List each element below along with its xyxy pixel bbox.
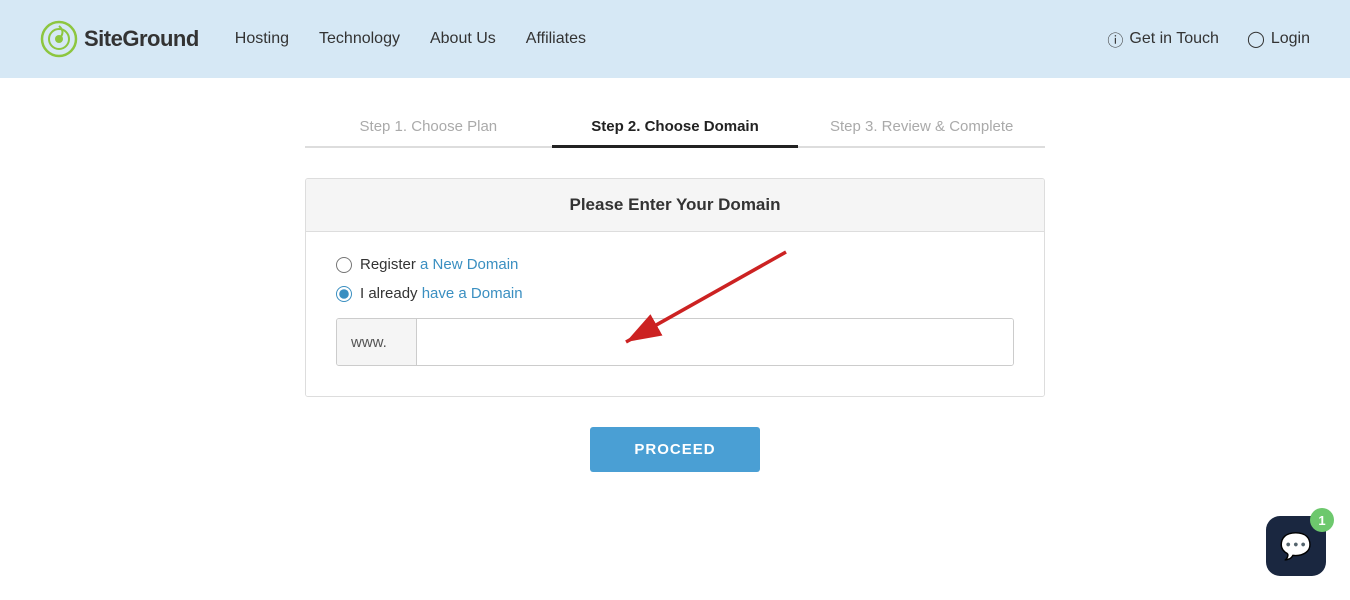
register-radio[interactable]	[336, 257, 352, 273]
nav-technology[interactable]: Technology	[319, 30, 400, 48]
existing-label: I already have a Domain	[360, 285, 523, 302]
step-choose-domain[interactable]: Step 2. Choose Domain	[552, 118, 799, 148]
get-in-touch-button[interactable]: ⓘ Get in Touch	[1107, 27, 1219, 51]
domain-card: Please Enter Your Domain Register	[305, 178, 1045, 397]
have-domain-link[interactable]: have a Domain	[422, 285, 523, 302]
get-in-touch-label: Get in Touch	[1129, 30, 1219, 48]
header-right: ⓘ Get in Touch ◯ Login	[1107, 27, 1310, 51]
logo-icon	[40, 20, 78, 58]
header: SiteGround Hosting Technology About Us A…	[0, 0, 1350, 78]
chat-icon: 💬	[1280, 531, 1312, 562]
domain-card-title: Please Enter Your Domain	[570, 195, 781, 214]
new-domain-link[interactable]: a New Domain	[420, 256, 518, 273]
main-nav: Hosting Technology About Us Affiliates	[235, 30, 586, 48]
nav-hosting[interactable]: Hosting	[235, 30, 289, 48]
logo-text: SiteGround	[84, 26, 199, 52]
register-option[interactable]: Register a New Domain	[336, 256, 1014, 273]
chat-badge: 1	[1310, 508, 1334, 532]
domain-input-row: www.	[336, 318, 1014, 366]
www-prefix: www.	[337, 319, 417, 365]
existing-radio[interactable]	[336, 286, 352, 302]
nav-about-us[interactable]: About Us	[430, 30, 496, 48]
existing-option[interactable]: I already have a Domain	[336, 285, 1014, 302]
logo[interactable]: SiteGround	[40, 20, 199, 58]
chat-widget[interactable]: 1 💬	[1266, 516, 1326, 576]
step-choose-plan[interactable]: Step 1. Choose Plan	[305, 118, 552, 148]
domain-card-header: Please Enter Your Domain	[306, 179, 1044, 232]
header-left: SiteGround Hosting Technology About Us A…	[40, 20, 586, 58]
domain-input[interactable]	[417, 319, 1013, 365]
steps-bar: Step 1. Choose Plan Step 2. Choose Domai…	[305, 118, 1045, 148]
login-button[interactable]: ◯ Login	[1247, 29, 1310, 49]
step-review-complete[interactable]: Step 3. Review & Complete	[798, 118, 1045, 148]
user-icon: ◯	[1247, 29, 1265, 49]
proceed-button[interactable]: PROCEED	[590, 427, 759, 472]
main-content: Step 1. Choose Plan Step 2. Choose Domai…	[0, 78, 1350, 600]
domain-card-body: Register a New Domain I already have a D…	[306, 232, 1044, 396]
help-icon: ⓘ	[1107, 27, 1123, 51]
nav-affiliates[interactable]: Affiliates	[526, 30, 586, 48]
register-label: Register a New Domain	[360, 256, 518, 273]
login-label: Login	[1271, 30, 1310, 48]
